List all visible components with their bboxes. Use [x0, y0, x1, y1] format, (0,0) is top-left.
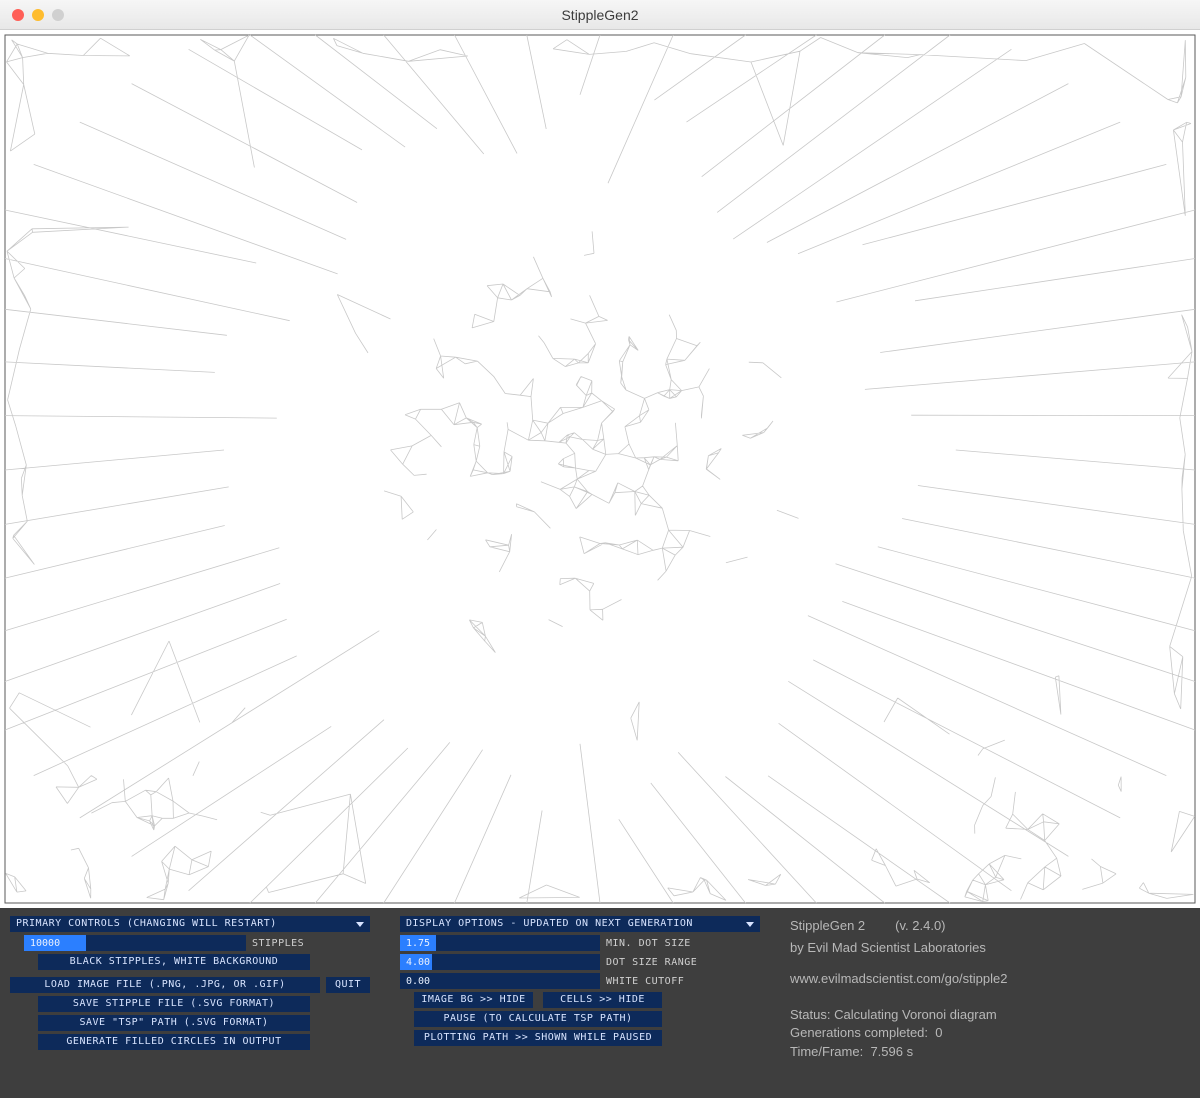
- status-value: Calculating Voronoi diagram: [834, 1007, 997, 1022]
- minimize-window-button[interactable]: [32, 9, 44, 21]
- primary-header-label: PRIMARY CONTROLS (CHANGING WILL RESTART): [16, 916, 277, 932]
- app-name: StippleGen 2: [790, 918, 865, 934]
- dot-range-value: 4.00: [400, 957, 430, 968]
- primary-controls-header[interactable]: PRIMARY CONTROLS (CHANGING WILL RESTART): [10, 916, 370, 932]
- dot-range-slider[interactable]: 4.00: [400, 954, 600, 970]
- load-image-button[interactable]: LOAD IMAGE FILE (.PNG, .JPG, OR .GIF): [10, 977, 320, 993]
- background-toggle-button[interactable]: BLACK STIPPLES, WHITE BACKGROUND: [38, 954, 310, 970]
- display-options-column: DISPLAY OPTIONS - UPDATED ON NEXT GENERA…: [400, 916, 760, 1090]
- save-tsp-button[interactable]: SAVE "TSP" PATH (.SVG FORMAT): [38, 1015, 310, 1031]
- url-text: www.evilmadscientist.com/go/stipple2: [790, 971, 1190, 987]
- stipples-slider[interactable]: 10000: [24, 935, 246, 951]
- byline: by Evil Mad Scientist Laboratories: [790, 940, 1190, 956]
- app-version: (v. 2.4.0): [895, 918, 945, 934]
- min-dot-slider[interactable]: 1.75: [400, 935, 600, 951]
- white-cutoff-label: WHITE CUTOFF: [606, 976, 684, 987]
- display-header-label: DISPLAY OPTIONS - UPDATED ON NEXT GENERA…: [406, 916, 693, 932]
- time-frame-label: Time/Frame:: [790, 1044, 863, 1059]
- white-cutoff-value: 0.00: [400, 976, 430, 987]
- image-bg-toggle[interactable]: IMAGE BG >> HIDE: [414, 992, 533, 1008]
- stipples-label: STIPPLES: [252, 938, 304, 949]
- save-stipple-button[interactable]: SAVE STIPPLE FILE (.SVG FORMAT): [38, 996, 310, 1012]
- close-window-button[interactable]: [12, 9, 24, 21]
- min-dot-label: MIN. DOT SIZE: [606, 938, 691, 949]
- dropdown-arrow-icon: [746, 922, 754, 927]
- time-frame-value: 7.596 s: [870, 1044, 913, 1059]
- dot-range-label: DOT SIZE RANGE: [606, 957, 697, 968]
- dropdown-arrow-icon: [356, 922, 364, 927]
- white-cutoff-slider[interactable]: 0.00: [400, 973, 600, 989]
- plotting-path-toggle[interactable]: PLOTTING PATH >> SHOWN WHILE PAUSED: [414, 1030, 662, 1046]
- display-options-header[interactable]: DISPLAY OPTIONS - UPDATED ON NEXT GENERA…: [400, 916, 760, 932]
- info-column: StippleGen 2 (v. 2.4.0) by Evil Mad Scie…: [790, 916, 1190, 1090]
- voronoi-canvas: [0, 30, 1200, 908]
- maximize-window-button[interactable]: [52, 9, 64, 21]
- window-titlebar: StippleGen2: [0, 0, 1200, 30]
- generations-label: Generations completed:: [790, 1025, 928, 1040]
- filled-circles-toggle[interactable]: GENERATE FILLED CIRCLES IN OUTPUT: [38, 1034, 310, 1050]
- traffic-lights: [0, 9, 64, 21]
- generations-value: 0: [935, 1025, 942, 1040]
- pause-button[interactable]: PAUSE (TO CALCULATE TSP PATH): [414, 1011, 662, 1027]
- voronoi-diagram: [0, 30, 1200, 908]
- min-dot-value: 1.75: [400, 938, 430, 949]
- quit-button[interactable]: QUIT: [326, 977, 370, 993]
- primary-controls-column: PRIMARY CONTROLS (CHANGING WILL RESTART)…: [10, 916, 370, 1090]
- window-title: StippleGen2: [0, 7, 1200, 23]
- stipples-value: 10000: [24, 938, 60, 949]
- status-label: Status:: [790, 1007, 830, 1022]
- cells-toggle[interactable]: CELLS >> HIDE: [543, 992, 662, 1008]
- control-panel: PRIMARY CONTROLS (CHANGING WILL RESTART)…: [0, 908, 1200, 1098]
